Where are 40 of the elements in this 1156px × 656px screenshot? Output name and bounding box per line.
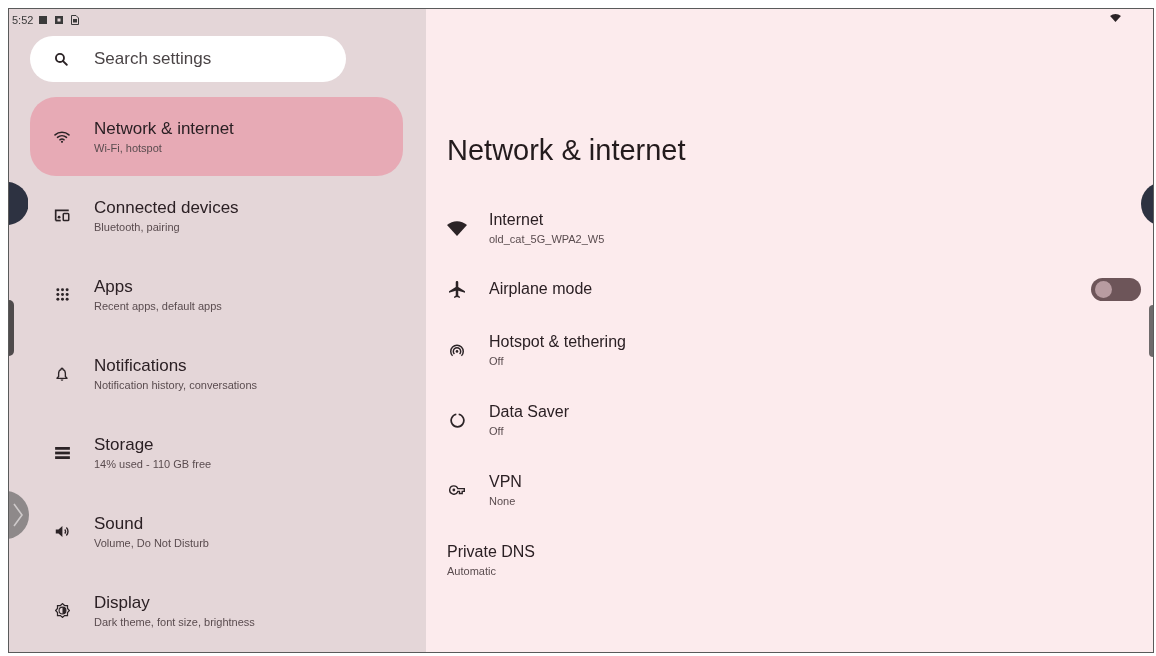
settings-row[interactable]: Data Saver Off [426,385,1141,455]
chevron-handle-icon[interactable] [9,491,29,539]
sidebar-item[interactable]: Display Dark theme, font size, brightness [30,571,403,650]
edge-tab-icon[interactable] [1149,305,1153,357]
wifi-icon [447,220,467,236]
settings-row[interactable]: Private DNS Automatic [426,525,1141,595]
hotspot-icon [450,343,464,357]
edge-handle-icon[interactable] [9,182,28,225]
edge-tab-icon[interactable] [9,300,14,356]
sidebar-item[interactable]: Apps Recent apps, default apps [30,255,403,334]
status-time: 5:52 [12,12,34,28]
ring-icon [449,412,465,428]
storage-icon [54,446,70,459]
sidebar-item[interactable]: Notifications Notification history, conversations [30,334,403,413]
search-field[interactable]: Search settings [94,44,326,74]
edge-handle-icon[interactable] [1141,182,1153,226]
wifi-icon [54,130,70,143]
sidebar-item[interactable]: Connected devices Bluetooth, pairing [30,176,403,255]
sim-card-icon [71,15,80,25]
sidebar-item[interactable]: Sound Volume, Do Not Disturb [30,492,403,571]
settings-row[interactable]: Airplane mode [426,263,1141,315]
toggle-switch[interactable] [1091,277,1141,301]
airplane-icon [449,280,465,298]
key-icon [449,485,465,495]
settings-row[interactable]: Internet old_cat_5G_WPA2_W5 [426,193,1141,263]
bell-icon [56,366,68,381]
sidebar-item[interactable]: Network & internet Wi-Fi, hotspot [30,97,403,176]
page-title: Network & internet [447,133,686,168]
search-bar[interactable]: Search settings [30,36,346,82]
apps-grid-icon [55,288,69,301]
speaker-icon [55,525,69,538]
search-icon [55,52,68,66]
settings-row[interactable]: Hotspot & tethering Off [426,315,1141,385]
brightness-icon [54,603,70,618]
devices-icon [54,209,70,222]
sidebar-item[interactable]: Storage 14% used - 110 GB free [30,413,403,492]
wifi-signal-icon [1110,14,1121,22]
square-icon [39,16,48,24]
settings-row[interactable]: VPN None [426,455,1141,525]
framed-square-icon [55,16,64,24]
